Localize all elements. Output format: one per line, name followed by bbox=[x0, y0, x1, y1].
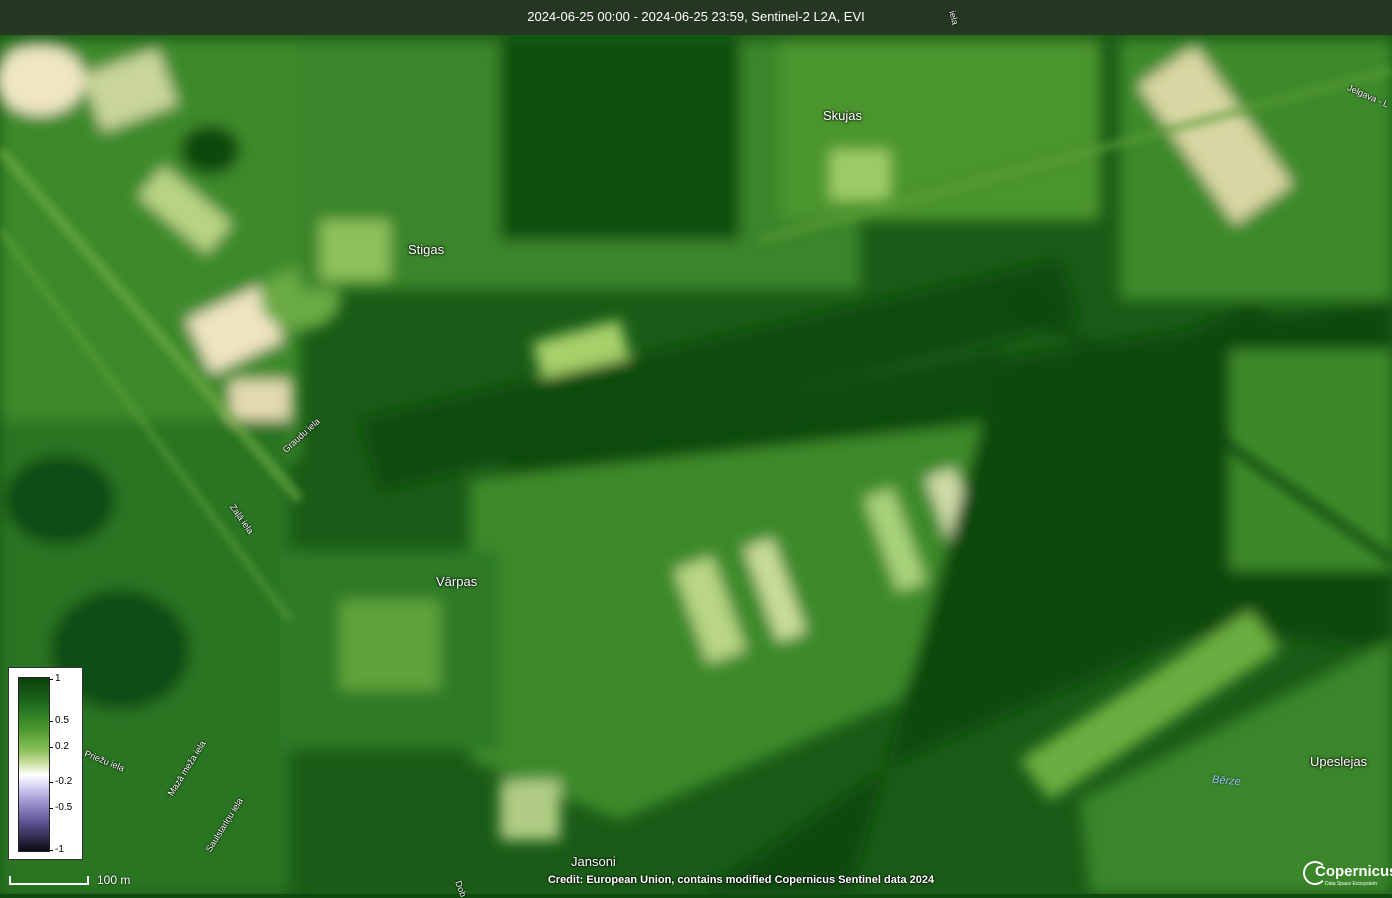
legend-tick: -0.2 bbox=[55, 776, 73, 787]
place-label-stigas: Stigas bbox=[408, 242, 445, 257]
place-label-skujas: Skujas bbox=[823, 108, 863, 123]
place-label-jansoni: Jansoni bbox=[571, 854, 616, 869]
evi-color-legend: 1 0.5 0.2 -0.2 -0.5 -1 bbox=[8, 667, 83, 860]
satellite-evi-map[interactable] bbox=[0, 0, 1392, 894]
place-label-varpas: Vārpas bbox=[436, 574, 478, 589]
logo-subtitle: Data Space Ecosystem bbox=[1325, 881, 1377, 887]
legend-tick: 1 bbox=[55, 673, 61, 684]
date-dataset-header: 2024-06-25 00:00 - 2024-06-25 23:59, Sen… bbox=[0, 0, 1392, 35]
legend-tick: 0.5 bbox=[55, 715, 69, 726]
legend-tick: -1 bbox=[55, 844, 64, 855]
legend-tick: -0.5 bbox=[55, 802, 73, 813]
attribution-credit: Credit: European Union, contains modifie… bbox=[547, 874, 935, 886]
place-label-upeslejas: Upeslejas bbox=[1310, 754, 1368, 769]
logo-wordmark: Copernicus bbox=[1315, 863, 1392, 880]
legend-tick: 0.2 bbox=[55, 741, 69, 752]
legend-color-ramp bbox=[18, 677, 50, 852]
water-label-berze: Bērze bbox=[1211, 773, 1242, 789]
copernicus-logo[interactable]: Copernicus Data Space Ecosystem bbox=[1301, 859, 1392, 889]
